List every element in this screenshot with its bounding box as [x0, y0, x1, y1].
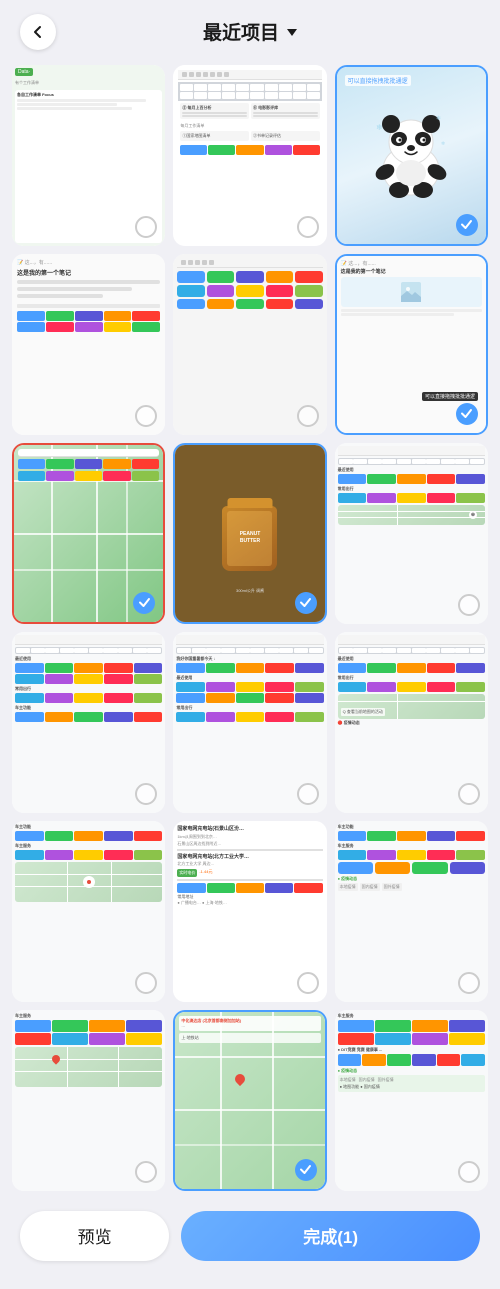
- select-badge-11: [297, 783, 319, 805]
- selected-badge-17: [295, 1159, 317, 1181]
- card-note-img[interactable]: 📝 这...，有...... 这是我的第一个笔记 可以直接拖拽批批通逻: [335, 254, 488, 435]
- card-map-location[interactable]: 中化澳达店 (北京首都南侧加加站) ··· 上·地铁站: [173, 1010, 326, 1191]
- selected-badge: [456, 214, 478, 236]
- selected-badge-6: [456, 403, 478, 425]
- select-badge-4: [135, 405, 157, 427]
- select-badge-18: [458, 1161, 480, 1183]
- select-badge-9: [458, 594, 480, 616]
- card-car-features1[interactable]: 车主功能 车主服务: [12, 821, 165, 1002]
- card-keyboard-app[interactable]: ⑤ 每月上百分析 ⑥ 电影影评库 每月工作清单 ①国家地图清单: [173, 65, 326, 246]
- preview-label: 预览: [78, 1223, 112, 1248]
- card-note-app[interactable]: Data· 有个工作清单 各自工作清单 Focus: [12, 65, 165, 246]
- select-badge-15: [458, 972, 480, 994]
- svg-text:❄: ❄: [376, 123, 383, 132]
- panda-illustration: ❄ ❄ ❄: [371, 110, 451, 200]
- card-ev-charging[interactable]: 国家电网充电站(石景山区汾… 1km从周围到到北京… 石景山区周边找到附近… 国…: [173, 821, 326, 1002]
- card-nav-app1[interactable]: 最近使用 常用出行 ⊕: [335, 443, 488, 624]
- selected-badge-8: [295, 592, 317, 614]
- card-car-features2[interactable]: 车主功能 车主服务 ● 疫情动态: [335, 821, 488, 1002]
- done-label: 完成(1): [303, 1223, 358, 1248]
- check-icon: [299, 1163, 312, 1176]
- select-badge-13: [135, 972, 157, 994]
- done-button[interactable]: 完成(1): [181, 1211, 480, 1261]
- preview-button[interactable]: 预览: [20, 1211, 169, 1261]
- select-badge-12: [458, 783, 480, 805]
- title-text: 最近项目: [203, 18, 279, 45]
- check-icon: [299, 596, 312, 609]
- header: 最近项目: [0, 0, 500, 57]
- card-peanut-jar[interactable]: PEANUTBUTTER 300ml公升 调酱: [173, 443, 326, 624]
- check-icon: [138, 596, 151, 609]
- back-button[interactable]: [20, 14, 56, 50]
- card-nav-recent[interactable]: 最近使用 常用出行 车主功能: [12, 632, 165, 813]
- card-nav-recent2[interactable]: 我好你国重暑都今天 ↓ 最近使用 常用出行: [173, 632, 326, 813]
- select-badge-2: [297, 216, 319, 238]
- svg-text:❄: ❄: [436, 115, 441, 122]
- card-nav-app2[interactable]: 最近使用 常用出行 Q 查看当前地图的活动: [335, 632, 488, 813]
- card-map-selected[interactable]: [12, 443, 165, 624]
- select-badge-16: [135, 1161, 157, 1183]
- card-app-store[interactable]: [173, 254, 326, 435]
- select-badge-14: [297, 972, 319, 994]
- image-icon: [401, 282, 421, 302]
- check-icon: [460, 407, 473, 420]
- selected-badge-7: [133, 592, 155, 614]
- bottom-bar: 预览 完成(1): [0, 1199, 500, 1289]
- card-car-service1[interactable]: 车主服务: [12, 1010, 165, 1191]
- dropdown-arrow-icon[interactable]: [287, 29, 297, 36]
- back-icon: [30, 24, 46, 40]
- card-note-text[interactable]: 📝 这...，有...... 这是我的第一个笔记: [12, 254, 165, 435]
- select-badge-5: [297, 405, 319, 427]
- check-icon: [460, 218, 473, 231]
- card-panda[interactable]: 可以直接拖拽批批通逻: [335, 65, 488, 246]
- page-title: 最近项目: [203, 18, 297, 45]
- card-car-service2[interactable]: 车主服务 ● DIT竞赛 竞赛 健康事 ... ● 疫情动态: [335, 1010, 488, 1191]
- thumbnail-grid: Data· 有个工作清单 各自工作清单 Focus: [0, 57, 500, 1199]
- select-badge-10: [135, 783, 157, 805]
- svg-text:❄: ❄: [441, 141, 445, 147]
